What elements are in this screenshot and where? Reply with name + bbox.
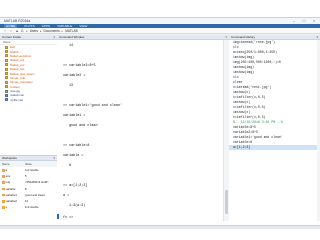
folder-item-label: myfile.mat bbox=[10, 97, 23, 102]
folder-icon bbox=[5, 72, 8, 76]
folder-icon bbox=[5, 58, 8, 62]
maximize-icon[interactable]: □ bbox=[302, 19, 306, 23]
command-output-line: variable = bbox=[63, 154, 84, 158]
text-cursor bbox=[57, 214, 59, 219]
command-output-line: good and clean bbox=[69, 124, 98, 128]
command-output[interactable]: 14 >> variable2=8+5 variable2 = 13 >> variab… bbox=[57, 40, 223, 221]
matlab-window: MATLAB R2016a – □ × HOME PLOTS APPS VARI… bbox=[0, 17, 320, 229]
panel-menu-icon[interactable]: ▾ bbox=[53, 156, 55, 160]
folder-item-label: Matlab_ex1 bbox=[10, 58, 25, 63]
command-output-line: >> variable1='good and clean' bbox=[63, 104, 123, 108]
path-segment[interactable]: MATLAB bbox=[65, 29, 78, 33]
panel-menu-icon[interactable]: ▾ bbox=[225, 35, 227, 39]
status-bar bbox=[0, 225, 320, 229]
close-icon[interactable]: × bbox=[312, 19, 316, 23]
workspace-title: Workspace bbox=[2, 156, 17, 160]
path-separator-icon: ▸ bbox=[40, 28, 42, 33]
folder-icon bbox=[5, 67, 8, 71]
path-segment[interactable]: Users bbox=[30, 29, 38, 33]
variable-icon bbox=[2, 206, 5, 209]
command-history-panel: Command History ▾ img=imread('rose.jpg')… bbox=[229, 35, 320, 225]
command-window-panel[interactable]: Command Window ▾ 14 >> variable2=8+5 varia… bbox=[57, 35, 230, 225]
folder-item-label: Matlab_tuts bbox=[10, 67, 25, 72]
workspace-header: Workspace ▾ bbox=[0, 156, 57, 161]
folder-item-label: rose.jpg bbox=[10, 89, 20, 94]
folder-item-label: matlab.mat bbox=[10, 93, 24, 98]
command-output-line: >> variable=8 bbox=[63, 144, 90, 148]
command-output-line: 1:3(a:3) bbox=[69, 204, 86, 208]
command-output-line: >> a=[1;2;3] bbox=[63, 184, 88, 188]
folder-item-label: Matlab_ex2 bbox=[10, 62, 25, 67]
folder-icon bbox=[5, 50, 8, 54]
variable-icon bbox=[2, 169, 5, 172]
workspace-var-label: a bbox=[5, 168, 8, 173]
command-output-line: variable1 = bbox=[63, 114, 86, 118]
workspace-rows: a 1x3 double ans 5 img <450x800x3 uint8> varia… bbox=[0, 167, 57, 210]
command-output-line: a = bbox=[63, 194, 70, 198]
command-output-line: >> variable2=8+5 bbox=[63, 64, 96, 68]
workspace-var-label: ans bbox=[5, 174, 11, 179]
folder-icon bbox=[5, 85, 8, 89]
command-output-line: 8 bbox=[69, 164, 72, 168]
path-segment[interactable]: Documents bbox=[44, 29, 60, 33]
command-output-line: variable2 = bbox=[63, 74, 86, 78]
command-scroll-thumb[interactable] bbox=[225, 190, 228, 214]
workspace-var-label: variable1 bbox=[5, 192, 17, 197]
panel-menu-icon[interactable]: ▾ bbox=[316, 35, 318, 39]
command-output-line: 13 bbox=[69, 84, 74, 88]
folder-icon bbox=[5, 45, 8, 49]
address-bar: ‹ › ▴ C: ▸ Users ▸ Documents ▸ MATLAB bbox=[0, 28, 320, 34]
up-folder-icon[interactable]: ▴ bbox=[15, 28, 19, 33]
workspace-panel: Workspace ▾ Name Value a 1x3 double ans 5 im… bbox=[0, 155, 58, 226]
back-arrow-icon[interactable]: ‹ bbox=[3, 28, 7, 33]
path-segment[interactable]: C: bbox=[21, 29, 24, 33]
variable-icon bbox=[2, 181, 5, 185]
window-title: MATLAB R2016a bbox=[4, 19, 31, 23]
workspace-var-label: x bbox=[5, 205, 7, 210]
folder-list: Dell Matlab Matlab workshop Matlab_ex1 Matla… bbox=[0, 45, 57, 102]
folder-item-label: Simple_Calculator bbox=[10, 80, 33, 85]
folder-item-label: Dell bbox=[10, 45, 15, 50]
folder-icon bbox=[5, 80, 8, 84]
workspace-var-name: x bbox=[0, 204, 23, 210]
workspace-var-label: variable bbox=[5, 186, 16, 191]
folder-item-label: Untitled bbox=[10, 84, 20, 89]
workspace-var-value: 1x3 double bbox=[24, 205, 39, 210]
folder-item-label: Matlab bbox=[10, 49, 19, 54]
command-prompt[interactable]: fx >> bbox=[63, 216, 73, 220]
history-list: img=imread('rose.jpg') clc a=imsq(250/1:80… bbox=[229, 40, 317, 221]
mat-file-icon bbox=[5, 93, 8, 97]
variable-icon bbox=[2, 187, 5, 191]
folder-icon bbox=[5, 76, 8, 80]
mat-file-icon bbox=[5, 98, 8, 102]
path-separator-icon: ▸ bbox=[26, 28, 28, 33]
workspace-var-label: img bbox=[5, 180, 11, 185]
current-folder-header: Current Folder ▾ bbox=[0, 35, 57, 40]
panel-menu-icon[interactable]: ▾ bbox=[53, 35, 55, 39]
variable-icon bbox=[2, 193, 5, 197]
minimize-icon[interactable]: – bbox=[292, 19, 296, 23]
folder-icon bbox=[5, 63, 8, 67]
path-separator-icon: ▸ bbox=[61, 28, 64, 33]
command-output-line: 14 bbox=[69, 44, 74, 48]
folder-item-label: Matlab_face_detect bbox=[10, 71, 35, 76]
folder-icon bbox=[5, 54, 8, 58]
forward-arrow-icon[interactable]: › bbox=[9, 28, 13, 33]
current-folder-panel: Current Folder ▾ Name Dell Matlab Matlab w… bbox=[0, 35, 58, 155]
image-file-icon bbox=[5, 89, 8, 93]
history-entry[interactable]: a=[1;2;3] bbox=[229, 145, 317, 150]
workspace-var-label: variable2 bbox=[5, 199, 17, 204]
command-history-title: Command History bbox=[231, 35, 256, 39]
folder-item-label: Simple_Calc bbox=[10, 75, 26, 80]
folder-list-item[interactable]: myfile.mat bbox=[0, 98, 57, 102]
variable-icon bbox=[2, 200, 5, 203]
command-window-title: Command Window bbox=[59, 35, 85, 39]
folder-item-label: Matlab workshop bbox=[10, 53, 32, 58]
current-folder-title: Current Folder bbox=[2, 35, 22, 39]
variable-icon bbox=[2, 175, 5, 178]
workspace-table: Name Value a 1x3 double ans 5 img <450x800x3 … bbox=[0, 161, 57, 210]
workspace-row[interactable]: x 1x3 double bbox=[0, 204, 57, 210]
